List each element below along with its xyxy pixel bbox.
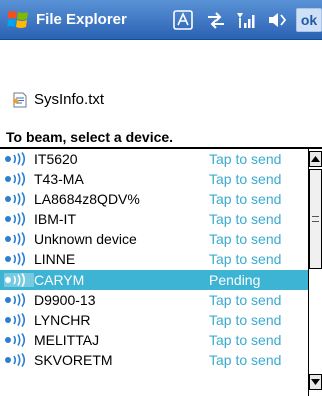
- device-name: MELITTAJ: [34, 331, 100, 348]
- infrared-beam-icon: [4, 172, 34, 187]
- scroll-thumb[interactable]: [309, 169, 322, 269]
- infrared-beam-icon: [4, 152, 34, 166]
- device-name: D9900-13: [34, 291, 96, 308]
- text-file-icon: [13, 92, 27, 108]
- device-row[interactable]: SKVORETM Tap to send: [0, 350, 308, 370]
- connectivity-icon[interactable]: [205, 9, 227, 31]
- device-row[interactable]: T43-MA Tap to send: [0, 169, 308, 189]
- volume-icon[interactable]: [266, 9, 288, 31]
- infrared-beam-icon: [4, 212, 34, 227]
- infrared-beam-icon: [4, 312, 34, 327]
- device-send-status[interactable]: Tap to send: [209, 149, 281, 169]
- infrared-beam-icon: [4, 252, 34, 267]
- title-bar: File Explorer ok: [0, 0, 322, 40]
- device-name: Unknown device: [34, 231, 137, 248]
- device-row[interactable]: LYNCHR Tap to send: [0, 310, 308, 330]
- beam-instruction-heading: To beam, select a device.: [6, 129, 174, 145]
- device-send-status[interactable]: Tap to send: [209, 169, 281, 189]
- device-send-status[interactable]: Tap to send: [209, 350, 281, 370]
- device-name: CARYM: [34, 271, 85, 288]
- app-title: File Explorer: [36, 11, 127, 28]
- infrared-beam-icon: [4, 292, 34, 307]
- device-list[interactable]: IT5620 Tap to send T43-MA Tap to send LA8684…: [0, 149, 308, 396]
- device-row[interactable]: CARYM Pending: [0, 269, 308, 290]
- device-name: SKVORETM: [34, 351, 113, 368]
- scroll-down-arrow-icon[interactable]: [309, 374, 322, 390]
- device-row[interactable]: MELITTAJ Tap to send: [0, 330, 308, 350]
- infrared-beam-icon: [4, 232, 34, 247]
- device-name: LINNE: [34, 251, 76, 268]
- infrared-beam-icon: [4, 272, 34, 287]
- infrared-beam-icon: [4, 332, 34, 347]
- device-send-status[interactable]: Tap to send: [209, 330, 281, 350]
- device-row[interactable]: LA8684z8QDV% Tap to send: [0, 189, 308, 209]
- input-mode-icon[interactable]: [172, 9, 194, 31]
- device-send-status[interactable]: Pending: [209, 270, 260, 290]
- device-send-status[interactable]: Tap to send: [209, 209, 281, 229]
- start-logo-icon[interactable]: [6, 8, 30, 32]
- device-row[interactable]: IT5620 Tap to send: [0, 149, 308, 169]
- device-row[interactable]: IBM-IT Tap to send: [0, 209, 308, 229]
- device-name: IT5620: [34, 151, 78, 167]
- device-list-scrollbar[interactable]: [308, 149, 322, 396]
- infrared-beam-icon: [4, 192, 34, 207]
- device-name: IBM-IT: [34, 211, 76, 228]
- thumb-grip-icon: [312, 216, 319, 222]
- file-name: SysInfo.txt: [34, 91, 105, 108]
- device-send-status[interactable]: Tap to send: [209, 290, 281, 310]
- ok-button[interactable]: ok: [296, 8, 322, 32]
- device-send-status[interactable]: Tap to send: [209, 189, 281, 209]
- device-name: T43-MA: [34, 171, 84, 188]
- device-name: LA8684z8QDV%: [34, 191, 140, 208]
- device-row[interactable]: D9900-13 Tap to send: [0, 290, 308, 310]
- device-name: LYNCHR: [34, 311, 91, 328]
- signal-icon[interactable]: [234, 9, 256, 31]
- infrared-beam-icon: [4, 352, 34, 367]
- device-row[interactable]: Unknown device Tap to send: [0, 229, 308, 249]
- device-row[interactable]: LINNE Tap to send: [0, 249, 308, 269]
- device-send-status[interactable]: Tap to send: [209, 249, 281, 269]
- device-send-status[interactable]: Tap to send: [209, 229, 281, 249]
- device-send-status[interactable]: Tap to send: [209, 310, 281, 330]
- scroll-up-arrow-icon[interactable]: [309, 151, 322, 167]
